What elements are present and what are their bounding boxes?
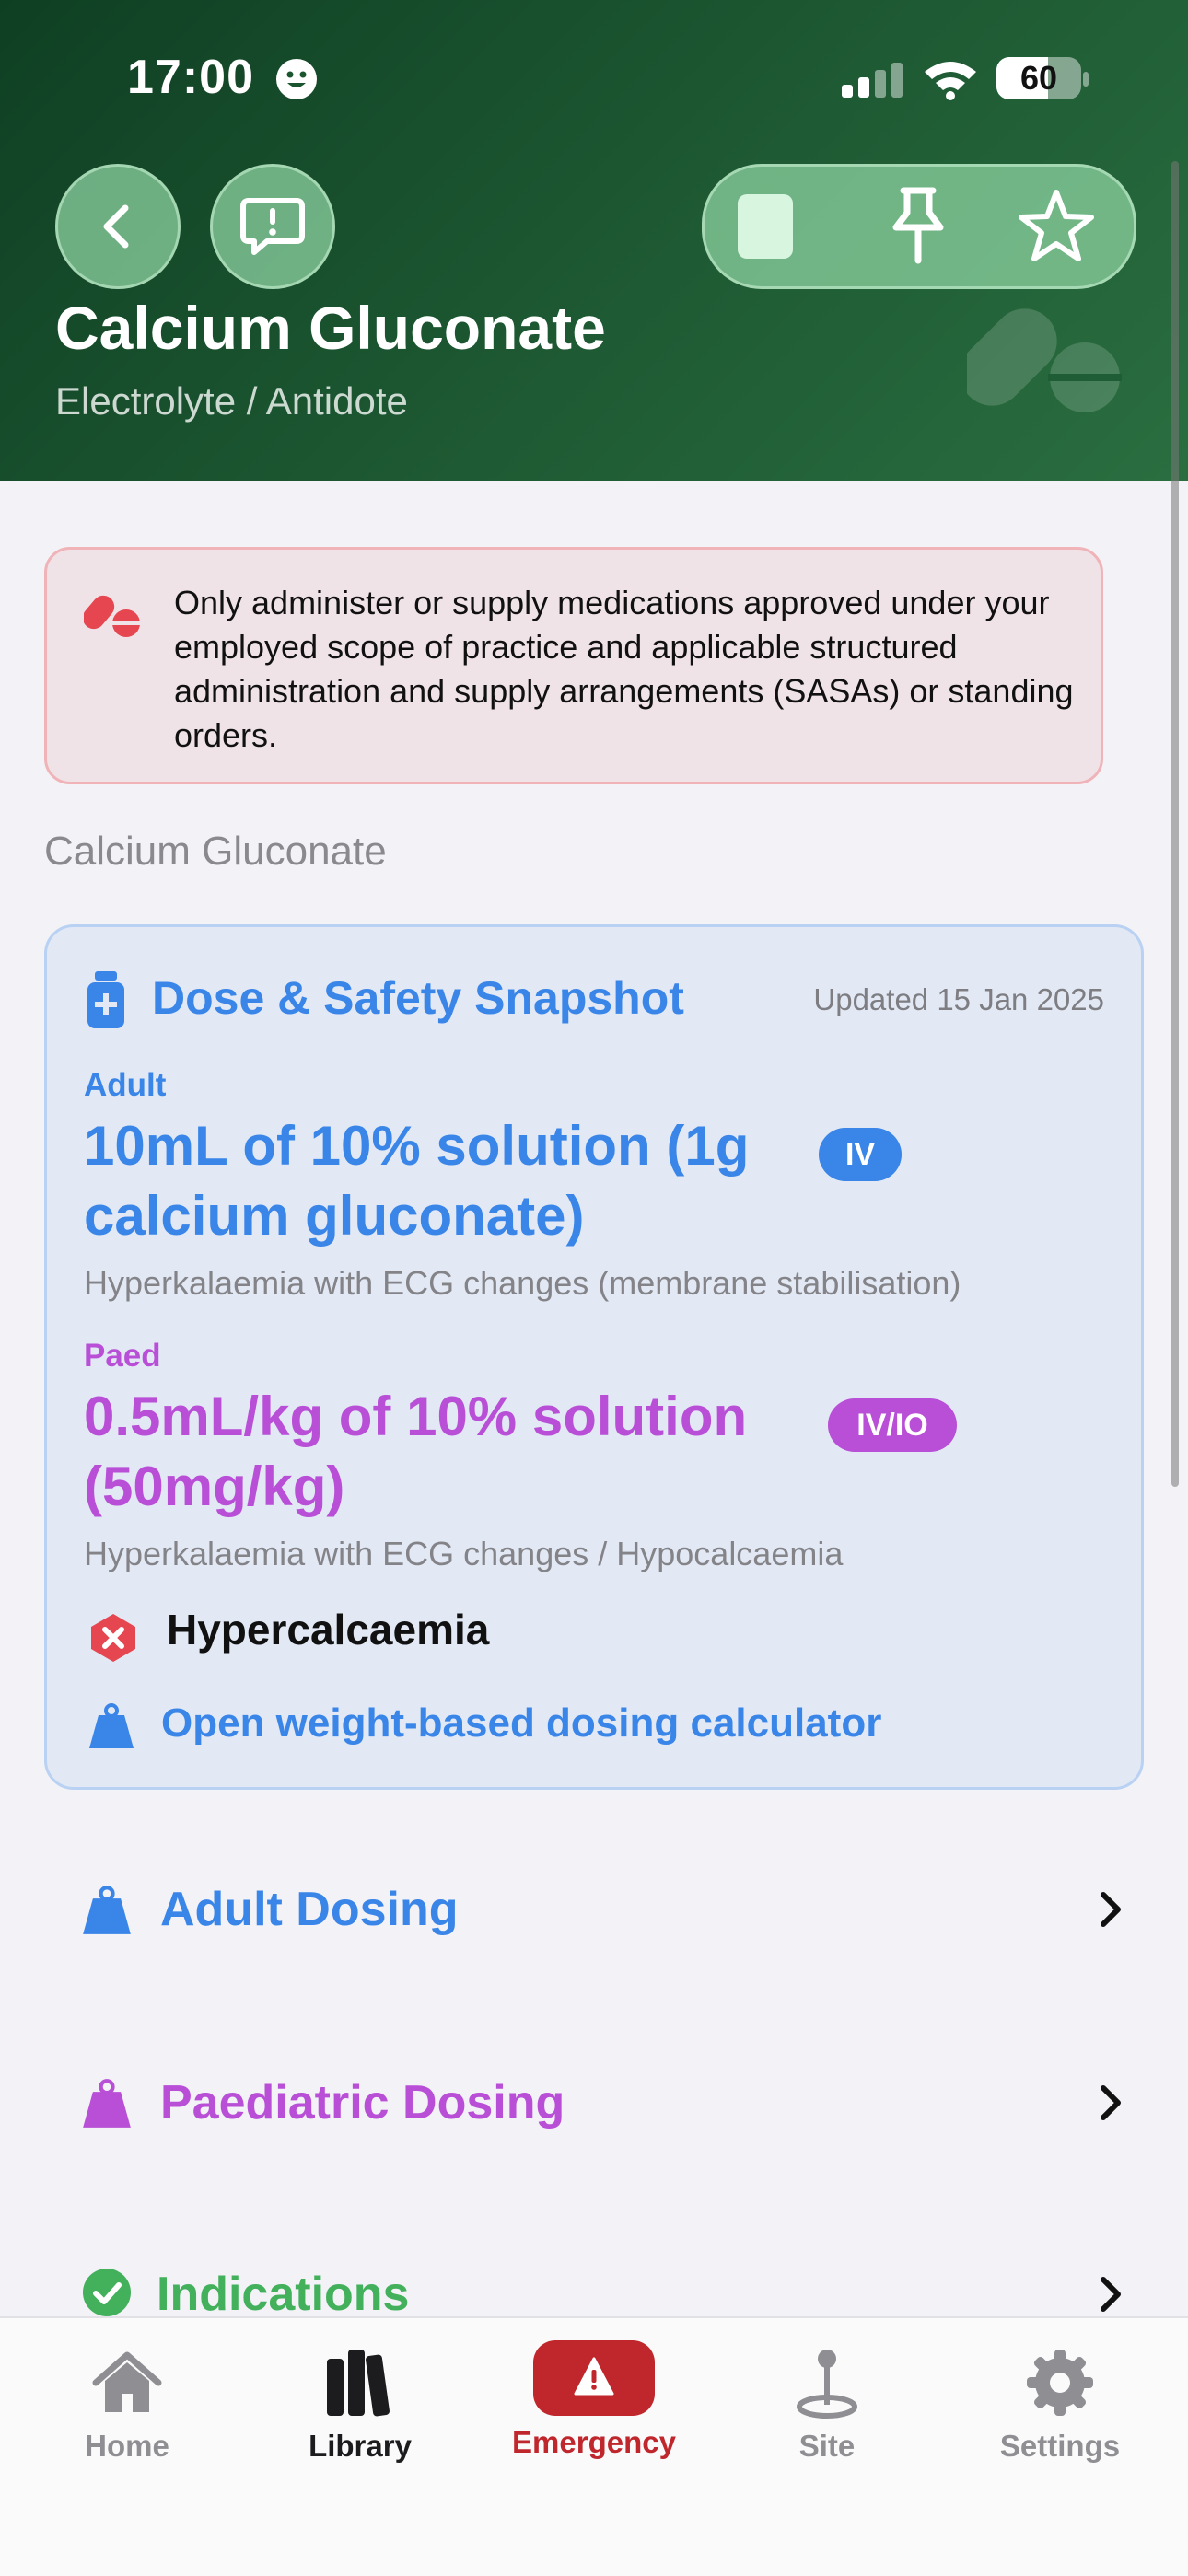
pills-warning-icon xyxy=(84,595,141,637)
paed-indication: Hyperkalaemia with ECG changes / Hypocal… xyxy=(84,1535,844,1572)
status-time: 17:00 xyxy=(127,51,254,104)
chevron-right-icon xyxy=(1101,2277,1121,2312)
warning-icon xyxy=(533,2340,655,2416)
contraindication-text: Hypercalcaemia xyxy=(167,1606,490,1654)
gear-icon xyxy=(1027,2350,1093,2416)
dosing-calculator-link[interactable]: Open weight-based dosing calculator xyxy=(161,1700,881,1746)
battery-level: 60 xyxy=(1019,59,1058,97)
warning-text: Only administer or supply medications ap… xyxy=(174,584,1074,754)
contraindication-x-icon xyxy=(91,1614,135,1662)
pin-button[interactable] xyxy=(885,185,951,266)
scroll-indicator[interactable] xyxy=(1171,161,1179,1487)
chevron-left-icon xyxy=(103,204,129,249)
books-icon xyxy=(327,2350,390,2417)
weight-icon xyxy=(89,1703,134,1748)
adult-indication: Hyperkalaemia with ECG changes (membrane… xyxy=(84,1264,961,1302)
tab-site[interactable]: Site xyxy=(708,2318,946,2502)
paediatric-dosing-row[interactable]: Paediatric Dosing xyxy=(44,2048,1144,2158)
tab-site-label: Site xyxy=(798,2429,856,2463)
adult-dosing-row[interactable]: Adult Dosing xyxy=(44,1854,1144,1965)
stop-button[interactable] xyxy=(738,194,793,259)
scope-warning-banner: Only administer or supply medications ap… xyxy=(44,547,1103,784)
drug-header: 17:00 60 Calcium Gluconate Electrolyte /… xyxy=(0,0,1188,481)
paed-route-badge: IV/IO xyxy=(828,1398,957,1452)
weight-icon xyxy=(83,1886,131,1934)
favorite-star-button[interactable] xyxy=(1018,187,1095,264)
section-label: Calcium Gluconate xyxy=(44,829,387,874)
adult-route-badge: IV xyxy=(819,1128,902,1181)
medicine-bottle-icon xyxy=(87,971,124,1028)
drug-title: Calcium Gluconate xyxy=(55,294,606,362)
snapshot-updated-date: Updated 15 Jan 2025 xyxy=(813,982,1104,1016)
map-pin-icon xyxy=(797,2350,857,2419)
house-icon xyxy=(92,2351,162,2412)
tab-library[interactable]: Library xyxy=(241,2318,479,2502)
tab-emergency[interactable]: Emergency xyxy=(475,2318,713,2502)
tab-library-label: Library xyxy=(309,2429,412,2463)
indications-label: Indications xyxy=(157,2268,410,2321)
adult-dose: 10mL of 10% solution (1g calcium glucona… xyxy=(84,1115,750,1247)
snapshot-title: Dose & Safety Snapshot xyxy=(152,972,684,1024)
paediatric-dosing-label: Paediatric Dosing xyxy=(160,2076,565,2129)
paed-dose: 0.5mL/kg of 10% solution (50mg/kg) xyxy=(84,1386,748,1517)
battery-icon: 60 xyxy=(996,57,1081,99)
tab-home-label: Home xyxy=(85,2429,169,2463)
adult-dosing-label: Adult Dosing xyxy=(160,1883,459,1936)
paed-label: Paed xyxy=(84,1338,161,1374)
drug-subtitle: Electrolyte / Antidote xyxy=(55,379,408,423)
tab-bar: Home Library Emergency Site Settings xyxy=(0,2316,1188,2576)
adult-label: Adult xyxy=(84,1067,167,1103)
tab-home[interactable]: Home xyxy=(8,2318,246,2502)
checkmark-circle-icon xyxy=(83,2269,131,2316)
smiley-icon xyxy=(276,59,317,99)
chevron-right-icon xyxy=(1101,1892,1121,1927)
cellular-signal-icon xyxy=(842,63,903,98)
tab-settings[interactable]: Settings xyxy=(941,2318,1179,2502)
wifi-icon xyxy=(925,62,976,100)
weight-icon xyxy=(83,2079,131,2128)
dose-safety-snapshot-card: Dose & Safety Snapshot Updated 15 Jan 20… xyxy=(44,924,1144,1790)
tab-emergency-label: Emergency xyxy=(512,2425,676,2459)
back-button[interactable] xyxy=(55,164,181,289)
header-action-group xyxy=(702,164,1136,289)
chevron-right-icon xyxy=(1101,2085,1121,2120)
feedback-bubble-icon xyxy=(240,198,305,255)
pill-decoration-icon xyxy=(967,308,1122,412)
feedback-button[interactable] xyxy=(210,164,335,289)
tab-settings-label: Settings xyxy=(999,2429,1121,2463)
